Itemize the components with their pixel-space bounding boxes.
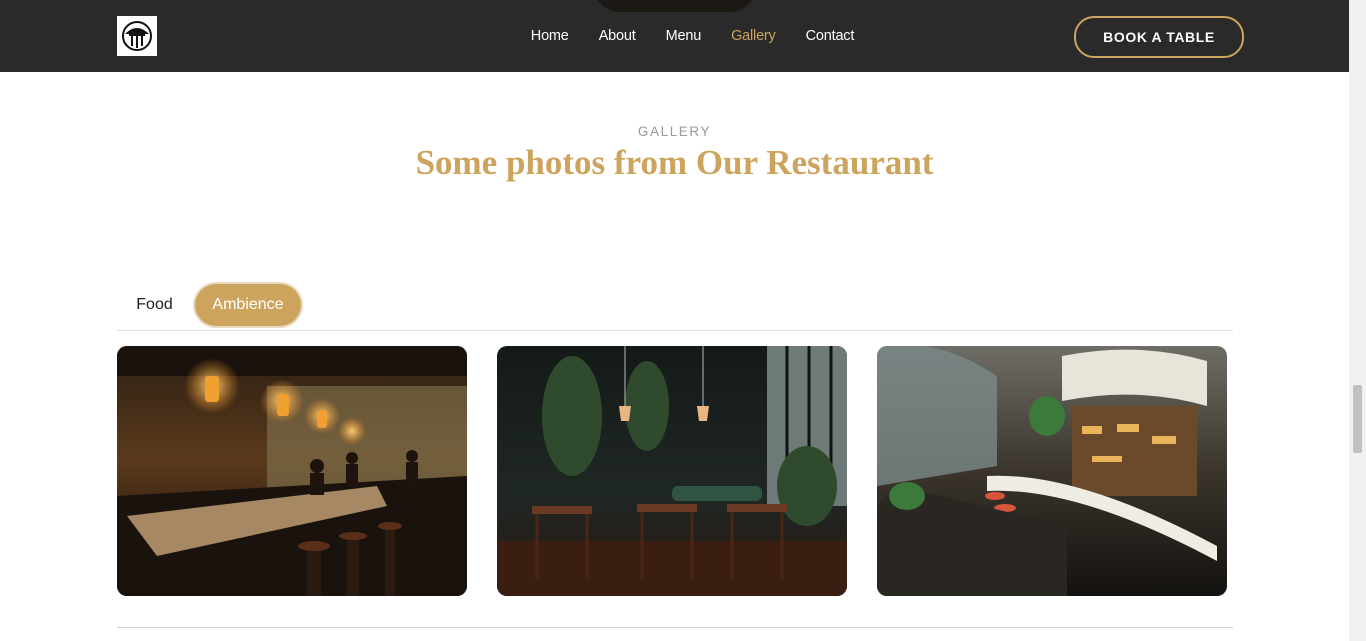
gallery-photo-bar-interior[interactable] [117,346,467,596]
scrollbar-thumb[interactable] [1353,385,1362,453]
nav-about[interactable]: About [599,28,636,44]
gallery-photo-dining-room[interactable] [497,346,847,596]
nav-menu[interactable]: Menu [666,28,702,44]
futuristic-diner-image [877,346,1227,596]
section-title: Some photos from Our Restaurant [415,143,934,182]
book-table-button[interactable]: BOOK A TABLE [1074,16,1244,58]
dining-room-image [497,346,847,596]
nav-decoration [594,0,756,12]
section-eyebrow: GALLERY [637,124,712,139]
tab-ambience[interactable]: Ambience [195,284,301,326]
section-divider [117,627,1233,628]
bar-interior-image [117,346,467,596]
tab-food[interactable]: Food [123,284,186,326]
nav-gallery[interactable]: Gallery [731,28,776,44]
nav-contact[interactable]: Contact [806,28,855,44]
top-navbar: Home About Menu Gallery Contact BOOK A T… [0,0,1349,72]
gallery-photo-futuristic-diner[interactable] [877,346,1227,596]
logo-icon [122,21,152,51]
nav-home[interactable]: Home [531,28,569,44]
gallery-tabs: Food Ambience [117,283,1233,331]
page-scrollbar[interactable] [1349,0,1366,641]
restaurant-logo[interactable] [117,16,157,56]
